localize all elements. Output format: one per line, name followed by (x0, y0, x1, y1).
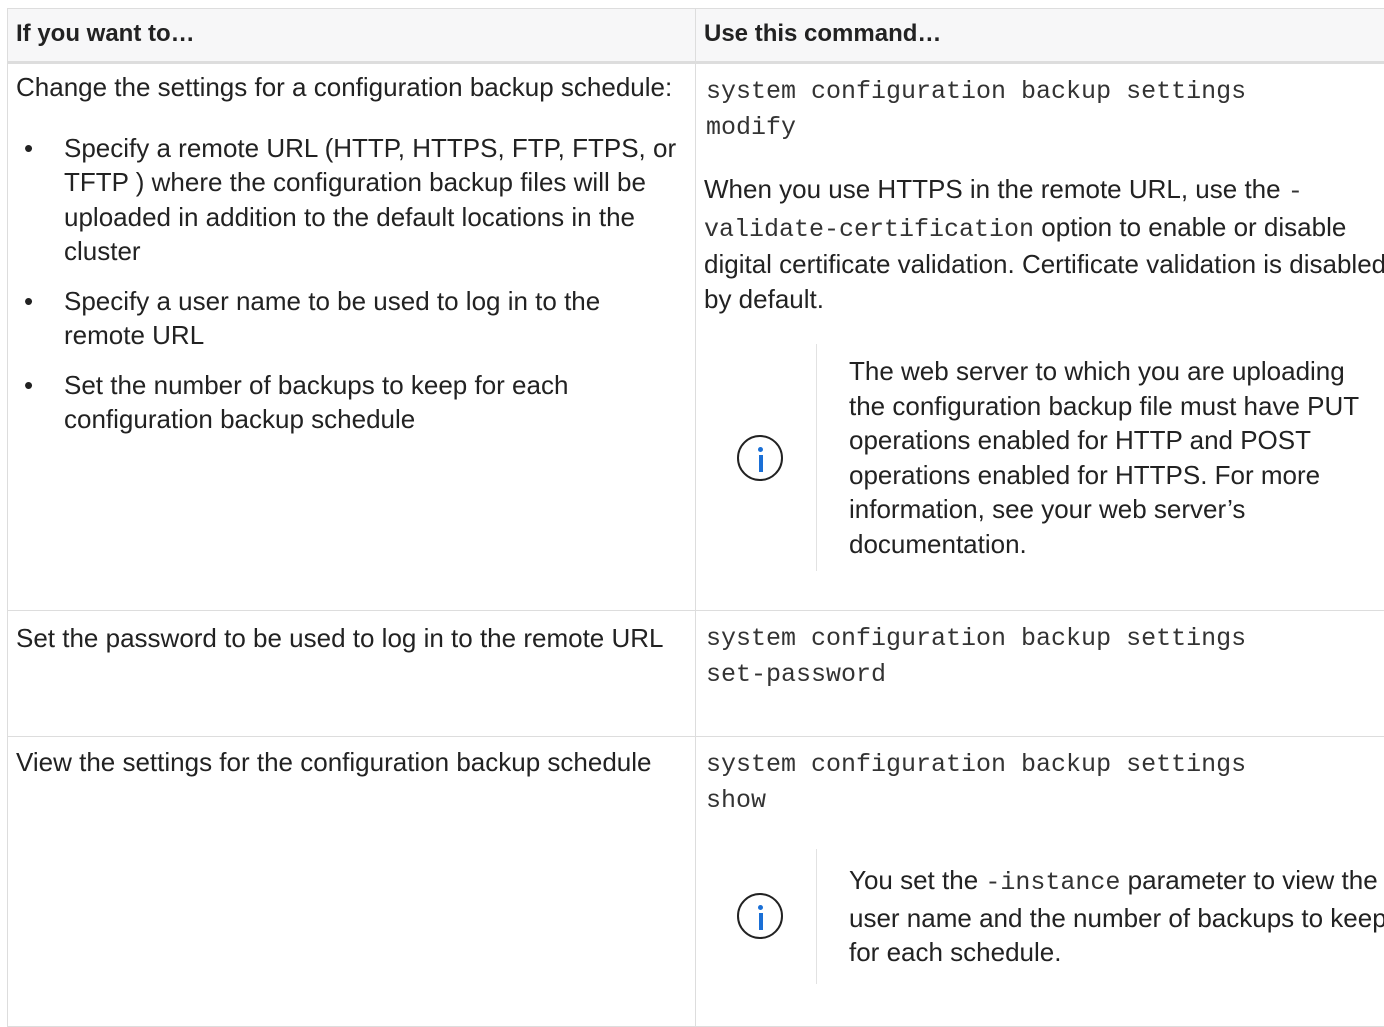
list-item: •Set the number of backups to keep for e… (64, 368, 687, 437)
inline-code: -instance (985, 868, 1120, 897)
list-item-text: Specify a user name to be used to log in… (64, 286, 600, 351)
cell-want: Set the password to be used to log in to… (8, 611, 696, 737)
bullet-icon: • (24, 368, 33, 403)
cell-want: Change the settings for a configuration … (8, 63, 696, 611)
command-code: system configuration backup settings mod… (704, 74, 1384, 146)
table-row: Change the settings for a configuration … (8, 63, 1384, 611)
header-command: Use this command… (696, 9, 1384, 63)
cell-want: View the settings for the configuration … (8, 737, 696, 1027)
list-item-text: Set the number of backups to keep for ea… (64, 370, 568, 435)
bullet-icon: • (24, 284, 33, 319)
note-admonition: The web server to which you are uploadin… (704, 344, 1384, 571)
table-header-row: If you want to… Use this command… (8, 9, 1384, 63)
command-code: system configuration backup settings set… (704, 621, 1384, 693)
info-icon (737, 893, 783, 939)
list-item-text: Specify a remote URL (HTTP, HTTPS, FTP, … (64, 133, 676, 267)
note-text: The web server to which you are uploadin… (816, 344, 1384, 571)
command-code: system configuration backup settings sho… (704, 747, 1384, 819)
row-description: Set the password to be used to log in to… (16, 621, 687, 656)
table-row: View the settings for the configuration … (8, 737, 1384, 1027)
row-description: Change the settings for a configuration … (16, 70, 687, 105)
cell-command: system configuration backup settings mod… (696, 63, 1384, 611)
command-table: If you want to… Use this command… Change… (7, 8, 1384, 1027)
bullet-icon: • (24, 131, 33, 166)
list-item: •Specify a user name to be used to log i… (64, 284, 687, 353)
header-want: If you want to… (8, 9, 696, 63)
command-description: When you use HTTPS in the remote URL, us… (704, 172, 1384, 316)
row-description: View the settings for the configuration … (16, 745, 687, 780)
note-text: You set the -instance parameter to view … (816, 849, 1384, 984)
list-item: •Specify a remote URL (HTTP, HTTPS, FTP,… (64, 131, 687, 269)
cell-command: system configuration backup settings set… (696, 611, 1384, 737)
info-icon (737, 435, 783, 481)
note-admonition: You set the -instance parameter to view … (704, 849, 1384, 984)
bullet-list: • Specify a remote URL (HTTP, HTTPS, FTP,… (16, 131, 687, 437)
table-row: Set the password to be used to log in to… (8, 611, 1384, 737)
cell-command: system configuration backup settings sho… (696, 737, 1384, 1027)
